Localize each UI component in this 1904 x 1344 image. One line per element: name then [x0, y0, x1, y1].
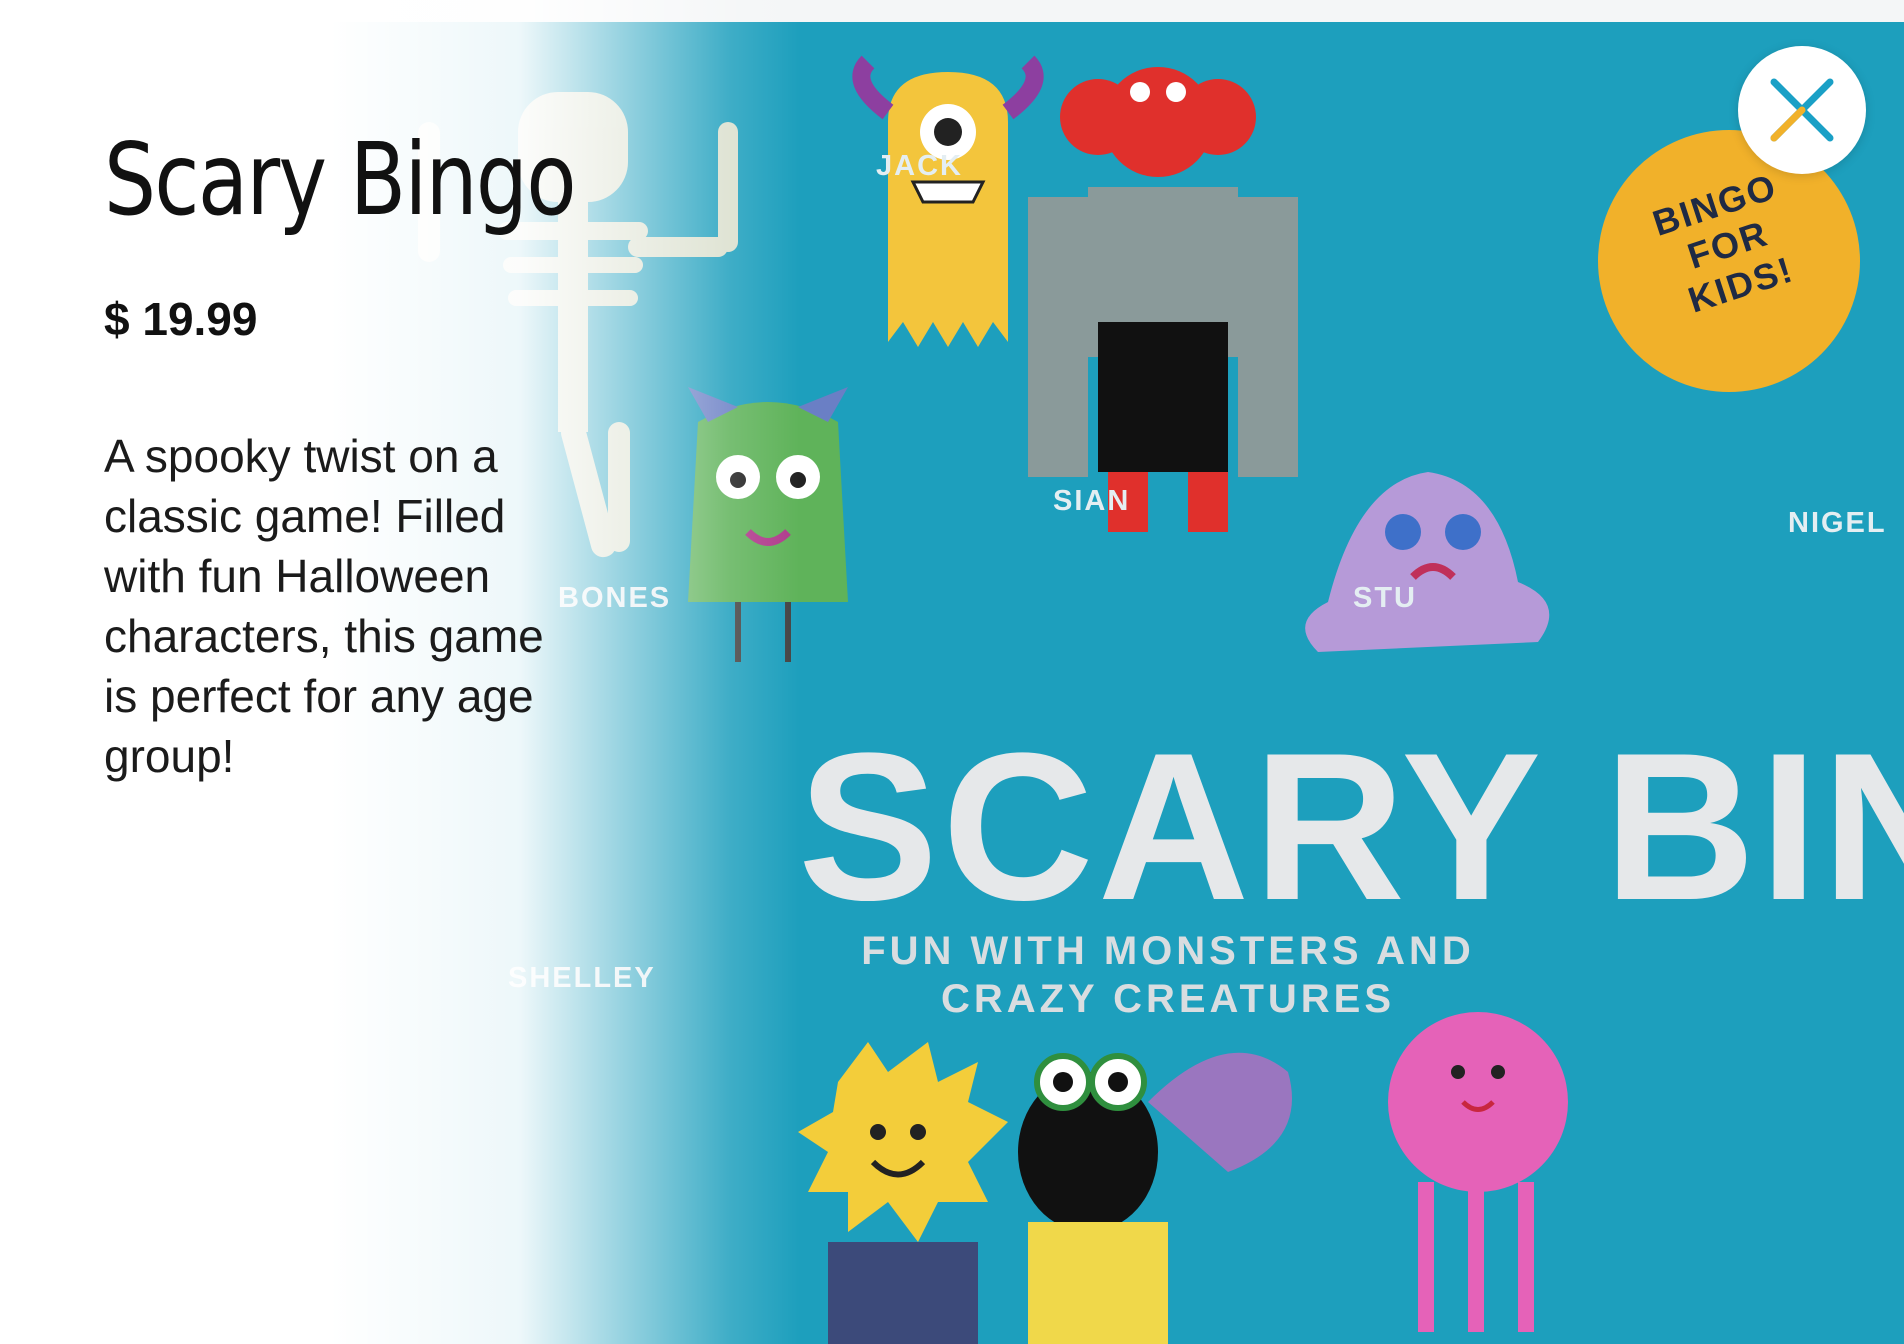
- character-label-shelley: SHELLEY: [508, 962, 656, 994]
- character-label-stu: STU: [1353, 582, 1417, 614]
- character-label-sian: SIAN: [1053, 485, 1131, 517]
- box-art-subtitle: FUN WITH MONSTERS AND CRAZY CREATURES: [861, 929, 1475, 1021]
- product-modal: JACK SIAN STU NIGEL BONES SHELLEY SCARY …: [0, 0, 1904, 1344]
- product-description: A spooky twist on a classic game! Filled…: [104, 430, 544, 782]
- product-price: $ 19.99: [104, 293, 258, 345]
- kids-badge-text: BINGO FOR KIDS!: [1647, 165, 1799, 321]
- product-title: Scary Bingo: [104, 121, 577, 238]
- character-label-bones: BONES: [558, 582, 672, 614]
- character-label-nigel: NIGEL: [1788, 507, 1887, 539]
- product-info: Scary Bingo $ 19.99 A spooky twist on a …: [104, 120, 577, 786]
- character-label-jack: JACK: [876, 150, 963, 182]
- close-icon: [1770, 78, 1834, 142]
- box-art-title: SCARY BINGO: [798, 709, 1904, 944]
- close-button[interactable]: [1738, 46, 1866, 174]
